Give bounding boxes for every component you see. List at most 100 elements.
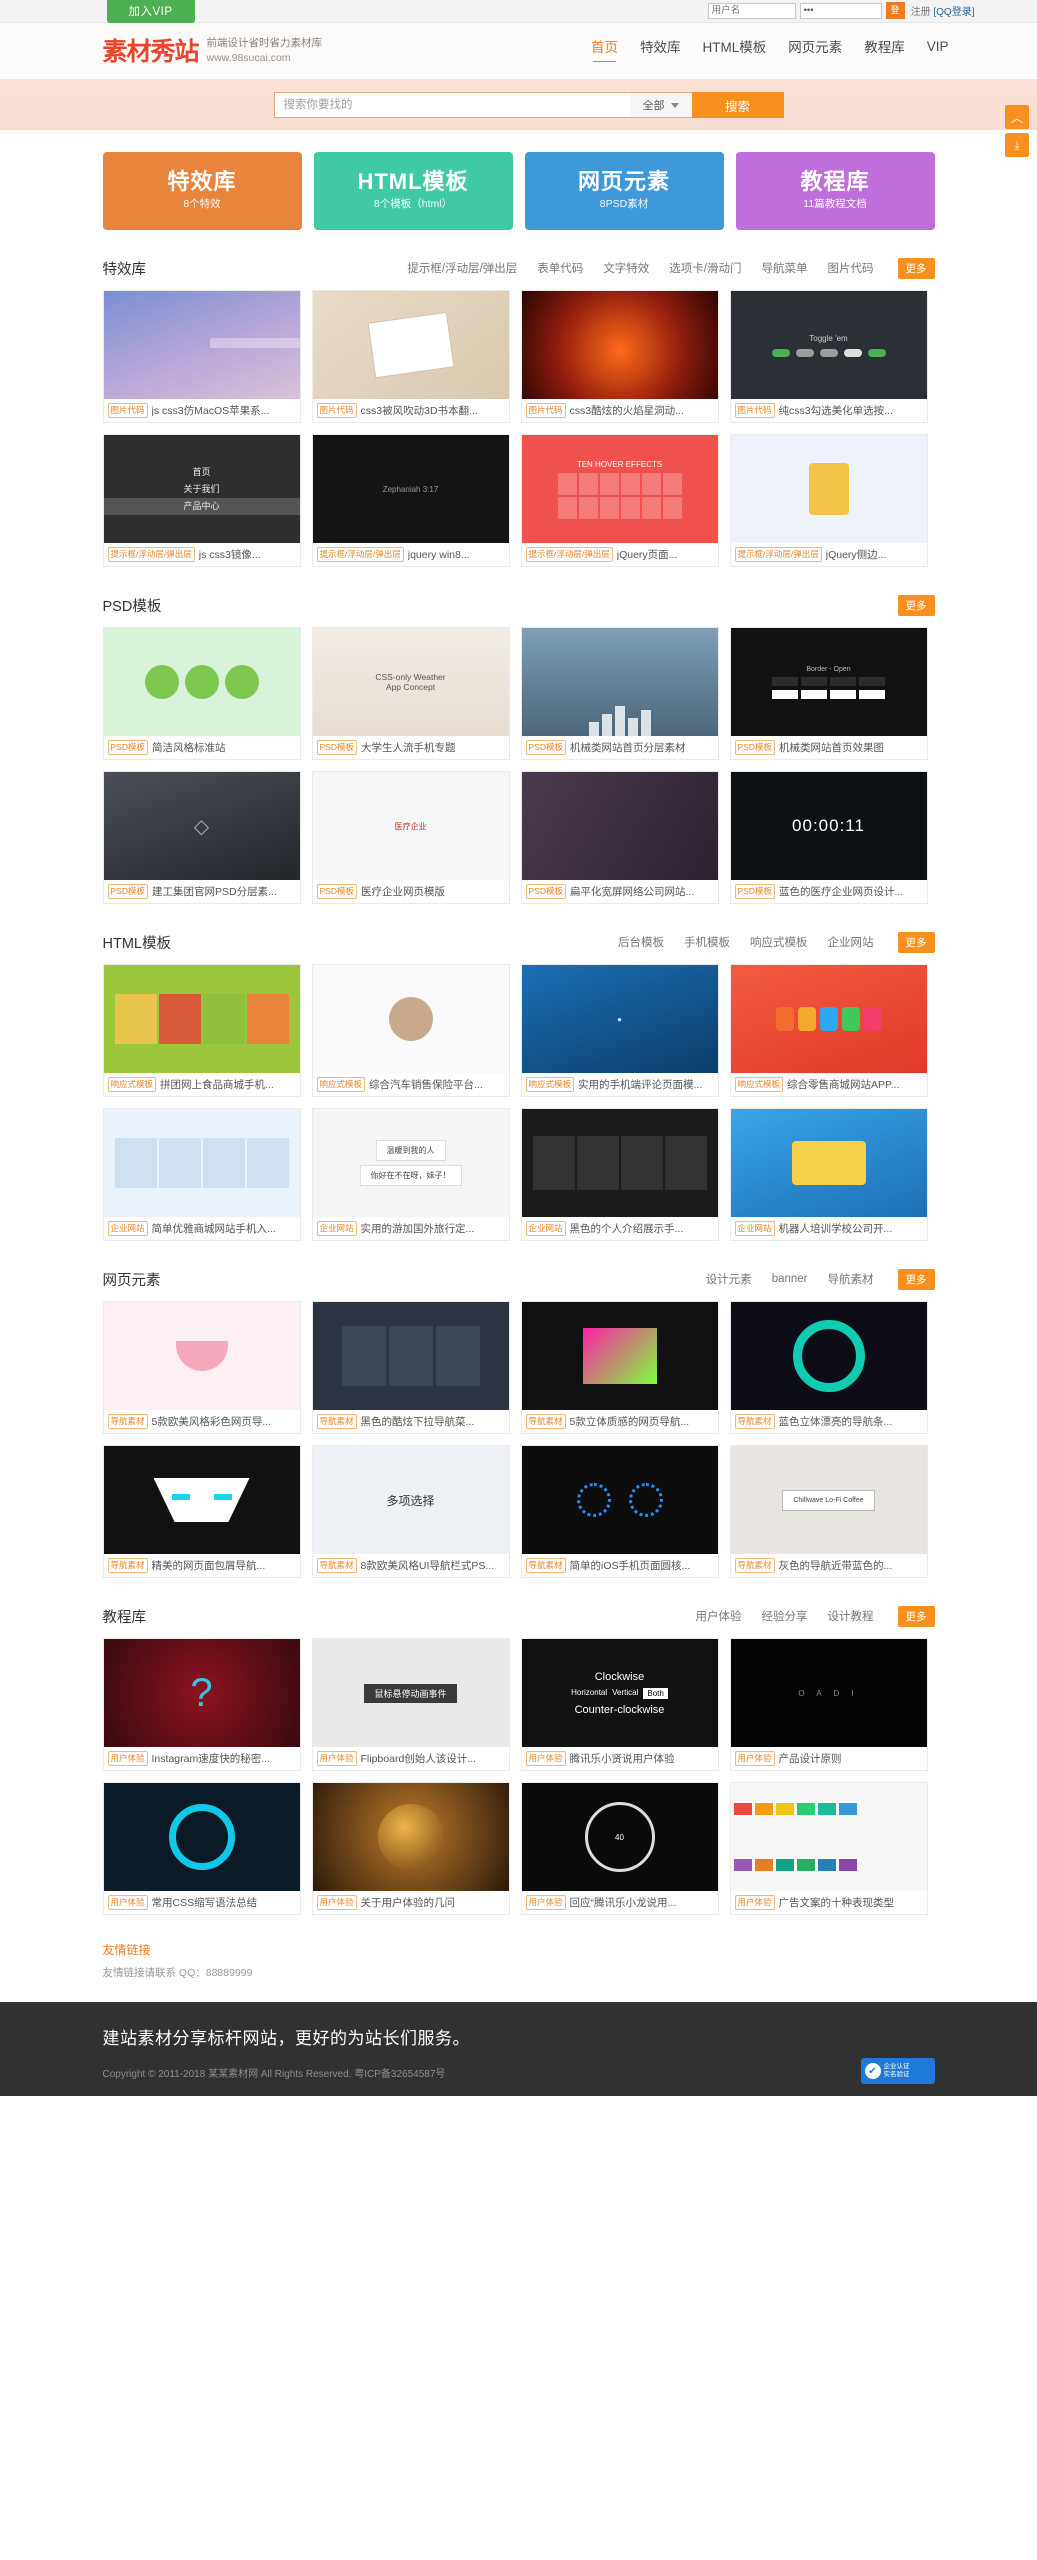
resource-card[interactable]: TEN HOVER EFFECTS 提示框/浮动层/弹出层 jQuery页面...: [520, 434, 719, 567]
card-title[interactable]: 关于用户体验的几问: [361, 1895, 456, 1910]
resource-card[interactable]: 用户体验 广告文案的十种表现类型: [729, 1782, 928, 1915]
card-title[interactable]: js css3仿MacOS苹果系...: [152, 403, 270, 418]
card-title[interactable]: 纯css3勾选美化单选按...: [779, 403, 893, 418]
card-title[interactable]: 黑色的个人介绍展示手...: [570, 1221, 684, 1236]
more-button[interactable]: 更多: [897, 1268, 935, 1290]
card-tag[interactable]: 导航素材: [107, 1414, 148, 1429]
card-tag[interactable]: 响应式模板: [525, 1077, 575, 1092]
card-title[interactable]: 黑色的酷炫下拉导航菜...: [361, 1414, 475, 1429]
username-input[interactable]: [707, 2, 796, 19]
card-tag[interactable]: 用户体验: [316, 1895, 357, 1910]
card-tag[interactable]: PSD模板: [107, 740, 148, 755]
resource-card[interactable]: Chillwave Lo-Fi Coffee 导航素材 灰色的导航近带蓝色的...: [729, 1445, 928, 1578]
card-tag[interactable]: 企业网站: [107, 1221, 148, 1236]
section-link[interactable]: 设计教程: [828, 1608, 874, 1624]
card-title[interactable]: 实用的游加国外旅行定...: [361, 1221, 475, 1236]
card-title[interactable]: 扁平化宽屏网络公司网站...: [570, 884, 694, 899]
card-tag[interactable]: 图片代码: [525, 403, 566, 418]
card-tag[interactable]: 企业网站: [734, 1221, 775, 1236]
card-title[interactable]: 灰色的导航近带蓝色的...: [779, 1558, 893, 1573]
card-title[interactable]: css3酷炫的火焰星洞动...: [570, 403, 684, 418]
resource-card[interactable]: 首页 关于我们 产品中心 提示框/浮动层/弹出层 js css3镜像...: [102, 434, 301, 567]
resource-card[interactable]: O A D I 用户体验 产品设计原则: [729, 1638, 928, 1771]
register-link[interactable]: 注册: [911, 7, 931, 18]
password-input[interactable]: [799, 2, 882, 19]
resource-card[interactable]: 响应式模板 拼团网上食品商城手机...: [102, 964, 301, 1097]
resource-card[interactable]: Border - Open PSD模板 机械类网站首页效果图: [729, 627, 928, 760]
resource-card[interactable]: PSD模板 扁平化宽屏网络公司网站...: [520, 771, 719, 904]
login-button[interactable]: 登: [885, 2, 905, 19]
more-button[interactable]: 更多: [897, 257, 935, 279]
card-tag[interactable]: 提示框/浮动层/弹出层: [525, 547, 613, 562]
card-tag[interactable]: 响应式模板: [107, 1077, 157, 1092]
join-vip-button[interactable]: 加入VIP: [106, 0, 195, 23]
card-title[interactable]: 实用的手机端评论页面模...: [578, 1077, 702, 1092]
card-title[interactable]: 精美的网页面包屑导航...: [152, 1558, 266, 1573]
scroll-top-icon[interactable]: ︿: [1005, 105, 1029, 129]
card-tag[interactable]: 响应式模板: [316, 1077, 366, 1092]
card-tag[interactable]: 用户体验: [525, 1895, 566, 1910]
card-tag[interactable]: PSD模板: [734, 740, 775, 755]
resource-card[interactable]: Toggle 'em 图片代码 纯css3勾选美化单选按...: [729, 290, 928, 423]
resource-card[interactable]: ? 用户体验 Instagram速度快的秘密...: [102, 1638, 301, 1771]
resource-card[interactable]: 00:00:11 PSD模板 蓝色的医疗企业网页设计...: [729, 771, 928, 904]
card-tag[interactable]: 用户体验: [107, 1895, 148, 1910]
resource-card[interactable]: 温暖到我的人 你好在不在呀，妹子！ 企业网站 实用的游加国外旅行定...: [311, 1108, 510, 1241]
section-link[interactable]: 用户体验: [696, 1608, 742, 1624]
card-title[interactable]: Instagram速度快的秘密...: [152, 1751, 270, 1766]
credential-badge[interactable]: ✔ 企业认证 实名验证: [860, 2058, 935, 2084]
resource-card[interactable]: 用户体验 常用CSS缩写语法总结: [102, 1782, 301, 1915]
card-title[interactable]: 简洁风格标准站: [152, 740, 226, 755]
card-tag[interactable]: 用户体验: [107, 1751, 148, 1766]
section-link[interactable]: 手机模板: [684, 934, 730, 950]
register-links[interactable]: 注册 [QQ登录]: [911, 3, 975, 18]
card-tag[interactable]: 图片代码: [107, 403, 148, 418]
card-tag[interactable]: 导航素材: [525, 1558, 566, 1573]
resource-card[interactable]: 响应式模板 综合汽车销售保险平台...: [311, 964, 510, 1097]
resource-card[interactable]: 用户体验 关于用户体验的几问: [311, 1782, 510, 1915]
more-button[interactable]: 更多: [897, 1605, 935, 1627]
card-title[interactable]: jQuery页面...: [617, 547, 678, 562]
more-button[interactable]: 更多: [897, 594, 935, 616]
qq-login-link[interactable]: [QQ登录]: [933, 7, 974, 18]
card-title[interactable]: 综合零售商城网站APP...: [787, 1077, 899, 1092]
card-tag[interactable]: PSD模板: [734, 884, 775, 899]
card-title[interactable]: 5款欧美风格彩色网页导...: [152, 1414, 272, 1429]
card-tag[interactable]: PSD模板: [316, 884, 357, 899]
section-link[interactable]: 设计元素: [706, 1271, 752, 1287]
card-title[interactable]: 综合汽车销售保险平台...: [369, 1077, 483, 1092]
card-title[interactable]: 机器人培训学校公司开...: [779, 1221, 893, 1236]
category-card-4[interactable]: 教程库 11篇教程文档: [735, 152, 935, 230]
resource-card[interactable]: ● 响应式模板 实用的手机端评论页面模...: [520, 964, 719, 1097]
search-input[interactable]: [273, 92, 630, 118]
card-title[interactable]: 5款立体质感的网页导航...: [570, 1414, 690, 1429]
section-link[interactable]: 企业网站: [828, 934, 874, 950]
card-title[interactable]: 蓝色的医疗企业网页设计...: [779, 884, 903, 899]
resource-card[interactable]: PSD模板 机械类网站首页分层素材: [520, 627, 719, 760]
section-link[interactable]: 提示框/浮动层/弹出层: [407, 260, 517, 276]
section-link[interactable]: 导航菜单: [762, 260, 808, 276]
resource-card[interactable]: CSS-only Weather App Concept PSD模板 大学生人流手机专…: [311, 627, 510, 760]
card-title[interactable]: css3被风吹动3D书本翻...: [361, 403, 478, 418]
resource-card[interactable]: 40 用户体验 回应“腾讯乐小龙说用...: [520, 1782, 719, 1915]
card-title[interactable]: 腾讯乐小贤说用户体验: [570, 1751, 675, 1766]
resource-card[interactable]: 提示框/浮动层/弹出层 jQuery侧边...: [729, 434, 928, 567]
section-link[interactable]: 后台模板: [618, 934, 664, 950]
card-tag[interactable]: PSD模板: [107, 884, 148, 899]
download-icon[interactable]: ⤓: [1005, 133, 1029, 157]
card-title[interactable]: 大学生人流手机专题: [361, 740, 456, 755]
resource-card[interactable]: 企业网站 机器人培训学校公司开...: [729, 1108, 928, 1241]
nav-item-tutorials[interactable]: 教程库: [864, 36, 905, 62]
card-tag[interactable]: 用户体验: [316, 1751, 357, 1766]
card-title[interactable]: jquery win8...: [408, 549, 470, 561]
card-title[interactable]: 广告文案的十种表现类型: [779, 1895, 895, 1910]
card-title[interactable]: 回应“腾讯乐小龙说用...: [570, 1895, 677, 1910]
search-button[interactable]: 搜索: [691, 92, 784, 118]
card-tag[interactable]: 导航素材: [525, 1414, 566, 1429]
section-link[interactable]: banner: [772, 1273, 808, 1285]
resource-card[interactable]: 多项选择 导航素材 8款欧美风格UI导航栏式PS...: [311, 1445, 510, 1578]
resource-card[interactable]: 图片代码 css3被风吹动3D书本翻...: [311, 290, 510, 423]
card-title[interactable]: jQuery侧边...: [826, 547, 887, 562]
resource-card[interactable]: 导航素材 5款欧美风格彩色网页导...: [102, 1301, 301, 1434]
resource-card[interactable]: 企业网站 简单优雅商城网站手机入...: [102, 1108, 301, 1241]
